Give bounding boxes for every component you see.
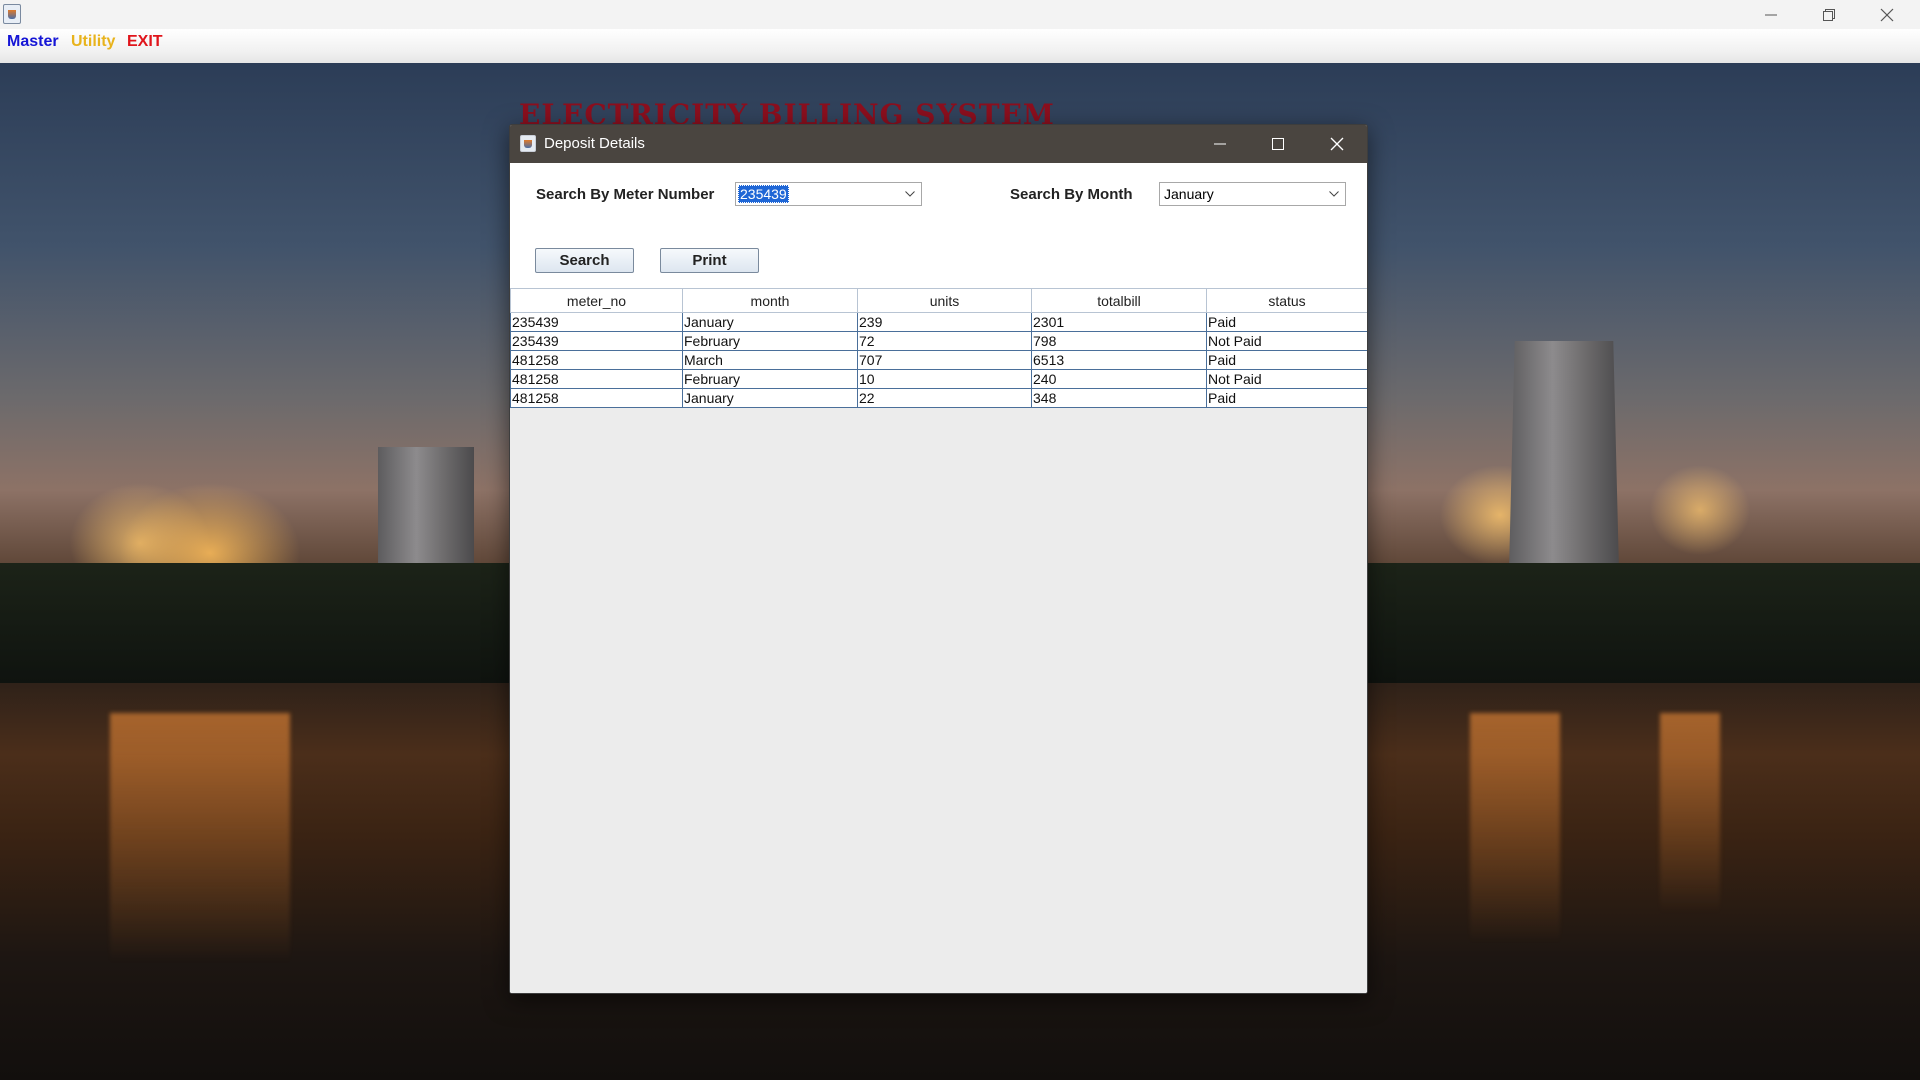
column-header-status[interactable]: status <box>1206 288 1367 313</box>
cell-month[interactable]: February <box>682 369 858 389</box>
meter-number-select[interactable]: 235439 <box>735 182 922 206</box>
cell-month[interactable]: February <box>682 331 858 351</box>
dialog-maximize-button[interactable] <box>1249 125 1307 163</box>
dialog-close-button[interactable] <box>1308 125 1366 163</box>
table-header-row: meter_no month units totalbill status <box>510 288 1367 313</box>
close-icon <box>1880 8 1894 21</box>
cell-totalbill[interactable]: 240 <box>1031 369 1207 389</box>
column-header-units[interactable]: units <box>857 288 1032 313</box>
column-header-totalbill[interactable]: totalbill <box>1031 288 1207 313</box>
cell-status[interactable]: Paid <box>1206 312 1367 332</box>
cell-units[interactable]: 22 <box>857 388 1032 408</box>
deposit-details-dialog: Deposit Details Search By Meter Number 2… <box>509 124 1368 994</box>
table-row[interactable]: 235439 February 72 798 Not Paid <box>510 331 1367 351</box>
main-titlebar <box>0 0 1920 29</box>
table-row[interactable]: 481258 March 707 6513 Paid <box>510 350 1367 370</box>
column-header-month[interactable]: month <box>682 288 858 313</box>
cell-units[interactable]: 707 <box>857 350 1032 370</box>
dialog-titlebar: Deposit Details <box>510 125 1367 163</box>
search-button[interactable]: Search <box>535 248 634 273</box>
cell-units[interactable]: 10 <box>857 369 1032 389</box>
cell-status[interactable]: Not Paid <box>1206 331 1367 351</box>
cell-meter-no[interactable]: 235439 <box>510 331 683 351</box>
cell-status[interactable]: Paid <box>1206 388 1367 408</box>
chevron-down-icon <box>1323 183 1345 205</box>
cell-status[interactable]: Paid <box>1206 350 1367 370</box>
menu-master[interactable]: Master <box>7 33 59 51</box>
cell-units[interactable]: 239 <box>857 312 1032 332</box>
dialog-body: Search By Meter Number 235439 Search By … <box>510 163 1367 993</box>
close-button[interactable] <box>1858 0 1916 29</box>
cell-meter-no[interactable]: 481258 <box>510 350 683 370</box>
month-value: January <box>1164 186 1214 202</box>
table-row[interactable]: 481258 February 10 240 Not Paid <box>510 369 1367 389</box>
table-row[interactable]: 481258 January 22 348 Paid <box>510 388 1367 408</box>
menu-utility[interactable]: Utility <box>71 33 115 51</box>
cell-month[interactable]: January <box>682 312 858 332</box>
light-reflection <box>1660 713 1720 913</box>
cell-meter-no[interactable]: 235439 <box>510 312 683 332</box>
minimize-button[interactable] <box>1742 0 1800 29</box>
close-icon <box>1330 137 1344 151</box>
cell-totalbill[interactable]: 348 <box>1031 388 1207 408</box>
menu-exit[interactable]: EXIT <box>127 33 163 51</box>
cell-status[interactable]: Not Paid <box>1206 369 1367 389</box>
minimize-icon <box>1214 143 1226 145</box>
restore-icon <box>1823 8 1835 21</box>
dialog-minimize-button[interactable] <box>1191 125 1249 163</box>
cell-totalbill[interactable]: 798 <box>1031 331 1207 351</box>
deposit-table-area: meter_no month units totalbill status 23… <box>510 288 1367 993</box>
dialog-title: Deposit Details <box>544 135 645 152</box>
light-reflection <box>110 713 290 963</box>
table-row[interactable]: 235439 January 239 2301 Paid <box>510 312 1367 332</box>
cell-month[interactable]: January <box>682 388 858 408</box>
cell-units[interactable]: 72 <box>857 331 1032 351</box>
java-app-icon <box>3 4 21 24</box>
month-label: Search By Month <box>1010 186 1133 203</box>
month-select[interactable]: January <box>1159 182 1346 206</box>
cell-month[interactable]: March <box>682 350 858 370</box>
menu-bar: Master Utility EXIT <box>0 29 1920 64</box>
cell-totalbill[interactable]: 2301 <box>1031 312 1207 332</box>
java-app-icon <box>520 135 536 152</box>
deposit-table: meter_no month units totalbill status 23… <box>510 288 1367 408</box>
meter-number-value: 235439 <box>738 185 789 203</box>
light-reflection <box>1470 713 1560 943</box>
minimize-icon <box>1765 14 1777 15</box>
column-header-meter-no[interactable]: meter_no <box>510 288 683 313</box>
cell-meter-no[interactable]: 481258 <box>510 369 683 389</box>
restore-button[interactable] <box>1800 0 1858 29</box>
meter-number-label: Search By Meter Number <box>536 186 715 203</box>
cell-totalbill[interactable]: 6513 <box>1031 350 1207 370</box>
maximize-icon <box>1272 138 1284 150</box>
print-button[interactable]: Print <box>660 248 759 273</box>
cell-meter-no[interactable]: 481258 <box>510 388 683 408</box>
chevron-down-icon <box>899 183 921 205</box>
